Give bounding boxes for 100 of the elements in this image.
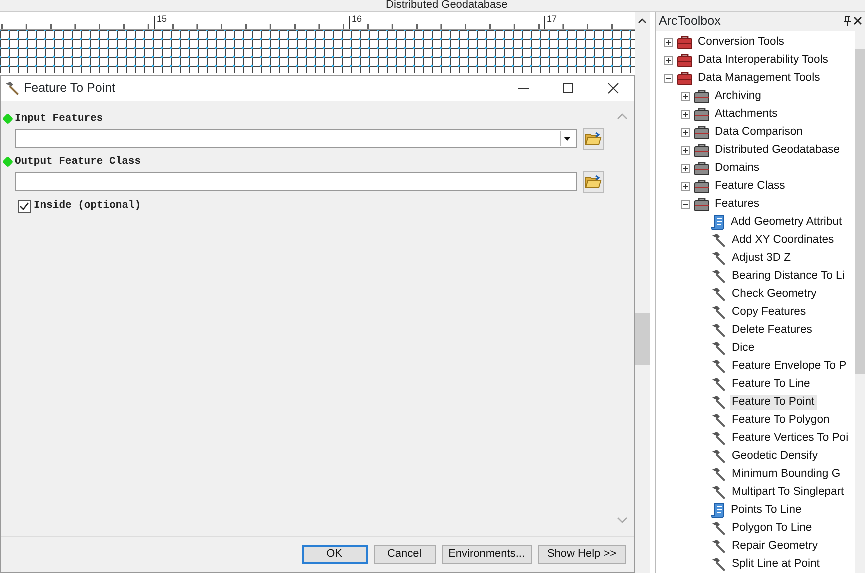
script-icon [711,214,726,231]
dropdown-field[interactable] [15,129,577,148]
tree-item[interactable]: Data Comparison [713,125,805,140]
hammer-icon [711,467,727,482]
tree-item[interactable]: Archiving [713,89,764,104]
hammer-icon [711,395,727,410]
tree-item[interactable]: Repair Geometry [730,539,820,554]
expand-icon[interactable] [681,146,690,156]
hammer-icon [711,323,727,338]
hammer-icon [711,305,727,320]
tree-item[interactable]: Minimum Bounding G [730,467,843,482]
toolbar-text: Distributed Geodatabase [386,0,508,11]
toolset-icon [694,180,710,194]
parameter-label: Input Features [15,112,104,126]
dialog-button[interactable]: Cancel [374,544,436,564]
hammer-icon [711,287,727,302]
close-icon [608,82,618,94]
hammer-icon [711,341,727,356]
browse-button[interactable] [583,128,604,150]
expand-icon[interactable] [681,92,690,102]
expand-icon[interactable] [681,182,690,192]
tree-item[interactable]: Attachments [713,107,780,122]
ruler-label: 17 [547,14,558,24]
ruler-mark [544,15,546,30]
tree-item[interactable]: Points To Line [729,503,804,518]
hammer-icon [711,413,727,428]
parameter-label: Inside (optional) [34,200,142,213]
dialog-button[interactable]: Environments... [442,544,532,564]
tree-item[interactable]: Polygon To Line [730,521,814,536]
expand-icon[interactable] [681,110,690,120]
toolset-icon [694,144,710,158]
collapse-icon[interactable] [681,200,690,210]
hammer-icon [711,269,727,284]
tree-item[interactable]: Feature To Polygon [730,413,832,428]
tree-item[interactable]: Delete Features [730,323,814,338]
folder-icon [585,174,602,189]
toolset-icon [694,108,710,122]
tree-item[interactable]: Split Line at Point [730,557,822,572]
hammer-icon [5,80,20,96]
hammer-icon [711,539,727,554]
tree-item[interactable]: Distributed Geodatabase [713,143,842,158]
tree-item[interactable]: Copy Features [730,305,808,320]
toolbox-icon [677,54,693,68]
pin-icon[interactable] [844,16,851,26]
toolset-icon [694,162,710,176]
tree-item[interactable]: Data Management Tools [696,71,822,86]
hammer-icon [711,557,727,572]
dropdown-arrow-icon [564,136,571,141]
scroll-up-icon[interactable] [638,18,647,24]
scrollbar-thumb[interactable] [855,48,865,374]
ruler-mark [154,15,156,30]
toolbox-icon [677,72,693,86]
ruler-label: 15 [157,14,168,24]
expand-icon[interactable] [664,56,673,66]
expand-icon[interactable] [681,128,690,138]
expand-icon[interactable] [681,164,690,174]
dialog-title: Feature To Point [24,80,116,98]
tree-item[interactable]: Add XY Coordinates [730,233,836,248]
close-icon[interactable] [854,17,862,26]
parameter-label: Output Feature Class [15,156,142,169]
scrollbar-thumb[interactable] [635,312,650,365]
hammer-icon [711,485,727,500]
maximize-icon [563,83,573,94]
tree-item[interactable]: Features [713,197,762,212]
input-field[interactable] [15,172,577,192]
tree-item[interactable]: Adjust 3D Z [730,251,794,266]
tree-item[interactable]: Domains [713,161,762,176]
checkbox[interactable] [18,200,31,213]
tree-item[interactable]: Geodetic Densify [730,449,820,464]
folder-icon [585,132,602,146]
hammer-icon [711,431,727,446]
hammer-icon [711,251,727,266]
tree-item[interactable]: Bearing Distance To Li [730,269,847,284]
tree-item[interactable]: Feature Envelope To P [730,359,849,374]
tree-item[interactable]: Check Geometry [730,287,819,302]
hammer-icon [711,377,727,392]
tree-item[interactable]: Data Interoperability Tools [696,53,830,68]
tree-item[interactable]: Conversion Tools [696,35,786,50]
toolbox-icon [677,36,693,50]
script-icon [711,502,726,519]
tree-item[interactable]: Feature Class [713,179,788,194]
hammer-icon [711,449,727,464]
collapse-icon[interactable] [664,74,673,84]
toolset-icon [694,90,710,104]
browse-button[interactable] [583,170,604,193]
hammer-icon [711,521,727,536]
minimize-icon [518,88,528,89]
dialog-button[interactable]: OK [302,544,368,564]
expand-icon[interactable] [664,38,673,48]
tree-item[interactable]: Feature To Line [730,377,812,392]
tree-item[interactable]: Dice [730,341,757,356]
tree-item[interactable]: Feature Vertices To Poi [730,431,851,446]
dialog-button[interactable]: Show Help >> [538,544,626,564]
tree-item[interactable]: Add Geometry Attribut [729,215,844,230]
tree-item[interactable]: Feature To Point [730,395,817,410]
toolset-icon [694,198,710,212]
ruler-label: 16 [352,14,362,24]
panel-title: ArcToolbox [659,13,721,30]
tree-item[interactable]: Multipart To Singlepart [730,485,846,500]
hammer-icon [711,233,727,248]
